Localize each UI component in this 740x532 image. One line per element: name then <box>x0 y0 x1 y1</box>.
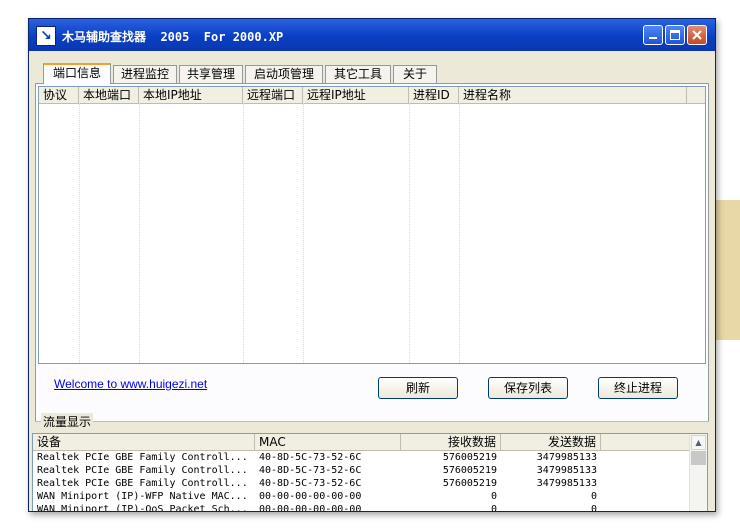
save-list-button[interactable]: 保存列表 <box>488 377 568 399</box>
col-local-ip[interactable]: 本地IP地址 <box>139 87 243 103</box>
tab-port-info[interactable]: 端口信息 <box>43 63 111 84</box>
col-divider <box>303 103 304 363</box>
col-process-id[interactable]: 进程ID <box>409 87 459 103</box>
close-button[interactable] <box>687 25 707 45</box>
app-arrow-icon: ↘ <box>36 26 56 46</box>
tab-about[interactable]: 关于 <box>393 65 437 83</box>
app-window: ↘ 木马辅助查找器 2005 For 2000.XP 端口信息 进程监控 共享管… <box>28 18 716 512</box>
maximize-button[interactable] <box>665 25 685 45</box>
traffic-group-label: 流量显示 <box>41 413 94 430</box>
website-link[interactable]: Welcome to www.huigezi.net <box>54 377 207 391</box>
col-device[interactable]: 设备 <box>33 434 255 450</box>
kill-process-button[interactable]: 终止进程 <box>598 377 678 399</box>
col-remote-ip[interactable]: 远程IP地址 <box>303 87 409 103</box>
title-bar[interactable]: ↘ 木马辅助查找器 2005 For 2000.XP <box>29 19 715 51</box>
device-cell: Realtek PCIe GBE Family Controll... <box>37 478 248 489</box>
received-cell: 0 <box>490 491 497 502</box>
table-row[interactable]: WAN Miniport (IP)-QoS Packet Sch... 00-0… <box>33 503 689 512</box>
sent-cell: 3479985133 <box>536 465 597 476</box>
col-local-port[interactable]: 本地端口 <box>79 87 139 103</box>
mac-cell: 00-00-00-00-00-00 <box>259 504 362 512</box>
mac-cell: 40-8D-5C-73-52-6C <box>259 478 362 489</box>
tab-share-manager[interactable]: 共享管理 <box>179 65 243 83</box>
maximize-icon <box>670 30 680 40</box>
received-cell: 0 <box>490 504 497 512</box>
scroll-thumb[interactable] <box>691 451 706 465</box>
device-cell: WAN Miniport (IP)-WFP Native MAC... <box>37 491 248 502</box>
minimize-icon <box>649 37 657 39</box>
received-cell: 576005219 <box>442 465 497 476</box>
sent-cell: 0 <box>590 491 597 502</box>
col-mac[interactable]: MAC <box>255 434 401 450</box>
scroll-up-icon[interactable]: ▲ <box>691 435 706 450</box>
col-divider <box>79 103 80 363</box>
tab-startup-manager[interactable]: 启动项管理 <box>245 65 323 83</box>
col-protocol[interactable]: 协议 <box>39 87 79 103</box>
mac-cell: 40-8D-5C-73-52-6C <box>259 465 362 476</box>
port-list-header: 协议 本地端口 本地IP地址 远程端口 远程IP地址 进程ID 进程名称 <box>39 87 705 104</box>
col-divider <box>409 103 410 363</box>
traffic-list-header: 设备 MAC 接收数据 发送数据 <box>33 434 707 451</box>
port-info-panel: 协议 本地端口 本地IP地址 远程端口 远程IP地址 进程ID 进程名称 Wel… <box>35 83 709 422</box>
device-cell: Realtek PCIe GBE Family Controll... <box>37 465 248 476</box>
table-row[interactable]: Realtek PCIe GBE Family Controll... 40-8… <box>33 451 689 464</box>
col-filler <box>601 434 691 450</box>
received-cell: 576005219 <box>442 478 497 489</box>
table-row[interactable]: WAN Miniport (IP)-WFP Native MAC... 00-0… <box>33 490 689 503</box>
background-decoration <box>716 200 740 340</box>
sent-cell: 0 <box>590 504 597 512</box>
mac-cell: 00-00-00-00-00-00 <box>259 491 362 502</box>
close-icon <box>692 30 702 40</box>
col-process-name[interactable]: 进程名称 <box>459 87 687 103</box>
col-received[interactable]: 接收数据 <box>401 434 501 450</box>
device-cell: Realtek PCIe GBE Family Controll... <box>37 452 248 463</box>
sent-cell: 3479985133 <box>536 478 597 489</box>
device-cell: WAN Miniport (IP)-QoS Packet Sch... <box>37 504 248 512</box>
traffic-scrollbar[interactable]: ▲ <box>689 434 707 511</box>
col-divider <box>243 103 244 363</box>
refresh-button[interactable]: 刷新 <box>378 377 458 399</box>
tab-process-monitor[interactable]: 进程监控 <box>113 65 177 83</box>
window-title: 木马辅助查找器 2005 For 2000.XP <box>62 30 284 44</box>
traffic-list[interactable]: 设备 MAC 接收数据 发送数据 Realtek PCIe GBE Family… <box>32 433 708 512</box>
sent-cell: 3479985133 <box>536 452 597 463</box>
col-remote-port[interactable]: 远程端口 <box>243 87 303 103</box>
port-list[interactable]: 协议 本地端口 本地IP地址 远程端口 远程IP地址 进程ID 进程名称 <box>38 86 706 364</box>
mac-cell: 40-8D-5C-73-52-6C <box>259 452 362 463</box>
tab-other-tools[interactable]: 其它工具 <box>325 65 391 83</box>
minimize-button[interactable] <box>643 25 663 45</box>
table-row[interactable]: Realtek PCIe GBE Family Controll... 40-8… <box>33 464 689 477</box>
col-sent[interactable]: 发送数据 <box>501 434 601 450</box>
col-divider <box>459 103 460 363</box>
col-divider <box>139 103 140 363</box>
received-cell: 576005219 <box>442 452 497 463</box>
table-row[interactable]: Realtek PCIe GBE Family Controll... 40-8… <box>33 477 689 490</box>
